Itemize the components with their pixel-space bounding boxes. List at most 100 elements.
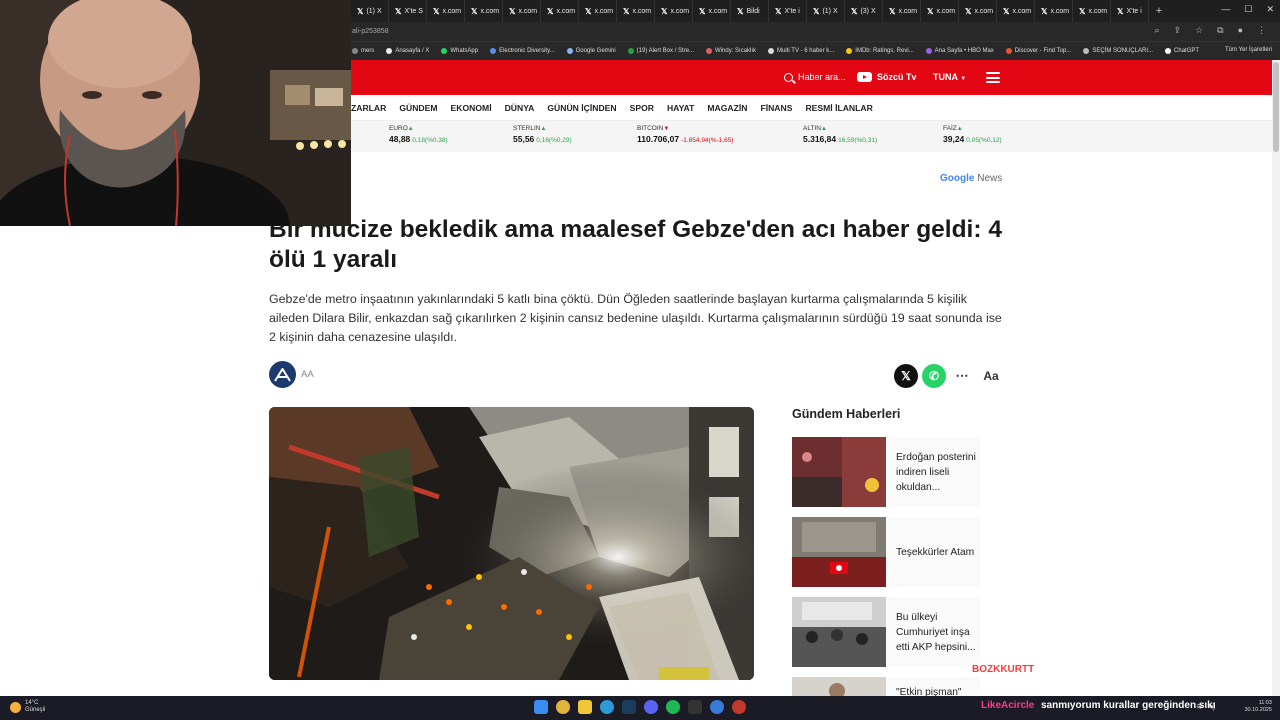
market-item[interactable]: EURO▲ 48,88 0,18(%0,38)	[389, 125, 448, 144]
bookmark-item[interactable]: ChatGPT	[1165, 48, 1199, 54]
nav-item[interactable]: EKONOMİ	[451, 103, 492, 113]
related-news-item[interactable]: Erdoğan posterini indiren liseli okuldan…	[792, 437, 980, 507]
steam-icon[interactable]	[622, 700, 636, 714]
taskbar-clock[interactable]: 11:03 30.10.2025	[1244, 700, 1272, 714]
profile-icon[interactable]: ●	[1238, 25, 1243, 36]
x-logo-icon: 𝕏	[547, 6, 554, 16]
nav-item[interactable]: ZARLAR	[351, 103, 386, 113]
source-name[interactable]: AA	[301, 369, 314, 380]
related-news-title: Gündem Haberleri	[792, 407, 901, 421]
browser-tab[interactable]: 𝕏 (1) X	[351, 0, 389, 22]
nav-item[interactable]: RESMİ İLANLAR	[805, 103, 872, 113]
chrome-icon[interactable]	[556, 700, 570, 714]
browser-tab[interactable]: 𝕏x.com	[617, 0, 655, 22]
zoom-icon[interactable]: ⌕	[1154, 25, 1159, 36]
bookmark-item[interactable]: WhatsApp	[441, 48, 478, 54]
browser-tab[interactable]: 𝕏x.com	[541, 0, 579, 22]
discord-icon[interactable]	[644, 700, 658, 714]
bookmark-favicon-icon	[768, 48, 775, 54]
bookmark-item[interactable]: (19) Alert Box / Stre...	[627, 48, 694, 54]
nav-item[interactable]: GÜNDEM	[399, 103, 437, 113]
file-explorer-icon[interactable]	[578, 700, 592, 714]
bookmark-favicon-icon	[352, 48, 358, 54]
browser-tab[interactable]: 𝕏x.com	[465, 0, 503, 22]
browser-tab[interactable]: 𝕏x.com	[959, 0, 997, 22]
edge-icon[interactable]	[600, 700, 614, 714]
browser-tab[interactable]: 𝕏x.com	[883, 0, 921, 22]
minimize-icon[interactable]: —	[1221, 4, 1230, 15]
browser-tab[interactable]: 𝕏x.com	[1073, 0, 1111, 22]
browser-tab[interactable]: 𝕏x.com	[693, 0, 731, 22]
close-icon[interactable]: ✕	[1266, 4, 1274, 15]
url-field[interactable]: ali-p253858	[352, 28, 389, 35]
bookmark-item[interactable]: SEÇİM SONUÇLARI...	[1083, 48, 1153, 54]
bookmark-item[interactable]: mers	[352, 48, 374, 54]
browser-tab[interactable]: 𝕏 X'te i	[769, 0, 807, 22]
media-app-icon[interactable]	[732, 700, 746, 714]
more-share-button[interactable]: ⋯	[950, 364, 974, 388]
hamburger-menu-icon[interactable]	[986, 72, 1000, 83]
nav-item[interactable]: GÜNÜN İÇİNDEN	[547, 103, 616, 113]
nav-item[interactable]: SPOR	[630, 103, 654, 113]
spotify-icon[interactable]	[666, 700, 680, 714]
bookmark-item[interactable]: Discover - Find Top...	[1005, 48, 1071, 54]
browser-tab[interactable]: 𝕏 (3) X	[845, 0, 883, 22]
nav-item[interactable]: FİNANS	[760, 103, 792, 113]
bookmark-item[interactable]: IMDb: Ratings, Revi...	[846, 48, 914, 54]
browser-tab[interactable]: 𝕏x.com	[427, 0, 465, 22]
nav-item[interactable]: DÜNYA	[505, 103, 535, 113]
article-summary: Gebze'de metro inşaatının yakınlarındaki…	[269, 292, 1002, 344]
related-news-item[interactable]: Bu ülkeyi Cumhuriyet inşa etti AKP hepsi…	[792, 597, 980, 667]
browser-tab[interactable]: 𝕏x.com	[579, 0, 617, 22]
browser-tab[interactable]: 𝕏x.com	[1035, 0, 1073, 22]
tab-label: X'te i	[784, 7, 800, 15]
share-page-icon[interactable]: ⇪	[1174, 25, 1182, 36]
scrollbar-thumb[interactable]	[1273, 62, 1279, 152]
market-item[interactable]: STERLIN▲ 55,56 0,16(%0,29)	[513, 125, 572, 144]
nav-item[interactable]: MAGAZİN	[707, 103, 747, 113]
browser-tab[interactable]: 𝕏x.com	[997, 0, 1035, 22]
all-bookmarks[interactable]: Tüm Yer İşaretleri	[1225, 47, 1272, 53]
related-news-item[interactable]: "Etkin pişman"	[792, 677, 980, 697]
browser-tab[interactable]: 𝕏 X'te S	[389, 0, 427, 22]
weather-widget[interactable]: 14°C Güneşli	[10, 700, 45, 714]
bookmark-star-icon[interactable]: ☆	[1195, 25, 1203, 36]
tab-label: x.com	[518, 7, 538, 15]
market-value-row: 110.706,07 -1.854,94(%-1,65)	[637, 134, 733, 144]
market-value-row: 5.316,84 16,59(%0,31)	[803, 134, 877, 144]
bookmark-favicon-icon	[846, 48, 853, 54]
market-name: ALTIN▲	[803, 125, 877, 132]
site-search[interactable]: Haber ara...	[784, 72, 846, 82]
google-news-follow[interactable]: Google News	[940, 173, 1002, 184]
browser-tab[interactable]: 𝕏 Bildi	[731, 0, 769, 22]
browser-tab[interactable]: 𝕏 X'te i	[1111, 0, 1149, 22]
browser-tab[interactable]: 𝕏x.com	[921, 0, 959, 22]
market-item[interactable]: BITCOIN▼ 110.706,07 -1.854,94(%-1,65)	[637, 125, 733, 144]
page-scrollbar[interactable]	[1272, 60, 1280, 696]
share-whatsapp-button[interactable]: ✆	[922, 364, 946, 388]
bookmark-item[interactable]: Anasayfa / X	[386, 48, 429, 54]
browser-tab[interactable]: 𝕏 (1) X	[807, 0, 845, 22]
maximize-icon[interactable]: ☐	[1244, 4, 1252, 15]
bookmark-item[interactable]: Multi TV - 6 haber k...	[768, 48, 834, 54]
browser-tab[interactable]: 𝕏x.com	[503, 0, 541, 22]
bookmark-item[interactable]: Windy: Sıcaklık	[706, 48, 756, 54]
streaming-app-icon[interactable]	[710, 700, 724, 714]
browser-tab[interactable]: 𝕏x.com	[655, 0, 693, 22]
sozcu-tv-link[interactable]: Sözcü Tv	[857, 72, 917, 82]
market-item[interactable]: ALTIN▲ 5.316,84 16,59(%0,31)	[803, 125, 877, 144]
share-x-button[interactable]: 𝕏	[894, 364, 918, 388]
windows-start-icon[interactable]	[534, 700, 548, 714]
bookmark-item[interactable]: Ana Sayfa • HBO Max	[925, 48, 994, 54]
extensions-icon[interactable]: ⧉	[1217, 25, 1223, 36]
epic-games-icon[interactable]	[688, 700, 702, 714]
bookmark-item[interactable]: Google Gemini	[566, 48, 616, 54]
font-size-button[interactable]: Aa	[979, 364, 1003, 388]
new-tab-button[interactable]: +	[1149, 5, 1169, 17]
nav-item[interactable]: HAYAT	[667, 103, 694, 113]
bookmark-item[interactable]: Electronic Diversity...	[490, 48, 555, 54]
related-news-item[interactable]: Teşekkürler Atam	[792, 517, 980, 587]
market-item[interactable]: FAİZ▲ 39,24 0,05(%0,12)	[943, 125, 1002, 144]
menu-icon[interactable]: ⋮	[1257, 25, 1266, 36]
user-menu[interactable]: TUNA ▼	[933, 72, 966, 82]
